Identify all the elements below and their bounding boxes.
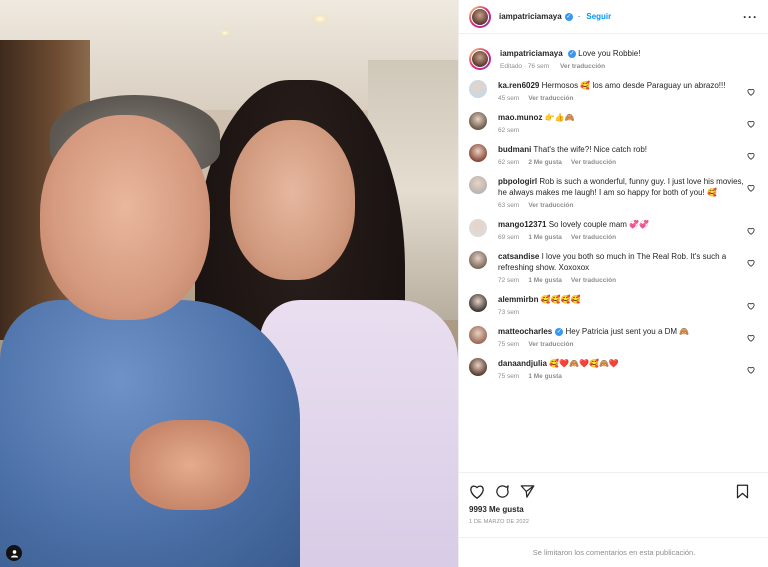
caption-username[interactable]: iampatriciamaya [500,49,563,58]
caption-text: Love you Robbie! [578,49,641,58]
commenter-username[interactable]: danaandjulia [498,359,547,368]
comments-limited-notice: Se limitaron los comentarios en esta pub… [459,537,768,567]
comment-text: Hey Patricia just sent you a DM 🙈 [565,327,690,336]
comment-item: budmani That's the wife?! Nice catch rob… [469,144,759,166]
ceiling-light [220,30,230,36]
post-header: iampatriciamaya ✓ · Seguir ··· [459,0,768,34]
comment-item: catsandise I love you both so much in Th… [469,251,759,284]
commenter-avatar[interactable] [469,294,487,312]
commenter-username[interactable]: ka.ren6029 [498,81,539,90]
comment-item: alemmirbn 🥰🥰🥰🥰 73 sem [469,294,759,316]
commenter-avatar[interactable] [469,80,487,98]
commenter-username[interactable]: budmani [498,145,531,154]
comment-like-heart-icon[interactable] [747,227,755,235]
commenter-avatar[interactable] [469,176,487,194]
commenter-avatar[interactable] [469,251,487,269]
share-send-icon[interactable] [520,484,535,499]
commenter-username[interactable]: mao.munoz [498,113,542,122]
like-heart-icon[interactable] [469,484,485,499]
comment-icon[interactable] [495,484,510,499]
tagged-users-button[interactable] [6,545,22,561]
comment-item: ka.ren6029 Hermosos 🥰 los amo desde Para… [469,80,759,102]
more-options-icon[interactable]: ··· [743,10,758,24]
comment-time: 73 sem [498,309,520,316]
commenter-username[interactable]: catsandise [498,252,539,261]
commenter-username[interactable]: pbpologirl [498,177,537,186]
caption: iampatriciamaya ✓ Love you Robbie! Edita… [469,48,759,70]
caption-edited: Editado · 76 sem [500,63,550,70]
comment-item: pbpologirl Rob is such a wonderful, funn… [469,176,759,209]
translate-link[interactable]: Ver traducción [528,202,573,209]
comment-likes[interactable]: 2 Me gusta [528,159,562,166]
comment-text: That's the wife?! Nice catch rob! [533,145,647,154]
comment-like-heart-icon[interactable] [747,366,755,374]
woman-face [230,120,355,280]
comments-list: iampatriciamaya ✓ Love you Robbie! Edita… [459,38,768,470]
likes-count[interactable]: 9993 Me gusta [469,505,759,514]
commenter-avatar[interactable] [469,326,487,344]
translate-link[interactable]: Ver traducción [571,277,616,284]
comment-time: 62 sem [498,127,520,134]
man-face [40,115,210,320]
commenter-avatar[interactable] [469,144,487,162]
verified-icon: ✓ [555,327,564,336]
translate-link[interactable]: Ver traducción [528,341,573,348]
comment-like-heart-icon[interactable] [747,152,755,160]
comment-text: 🥰🥰🥰🥰 [540,295,581,304]
follow-button[interactable]: Seguir [586,12,611,21]
man-hand [130,420,250,510]
comment-likes[interactable]: 1 Me gusta [528,373,562,380]
comment-time: 45 sem [498,95,520,102]
comment-text: Hermosos 🥰 los amo desde Paraguay un abr… [541,81,726,90]
post-actions: 9993 Me gusta 1 DE MARZO DE 2022 [459,472,768,525]
comment-text: So lovely couple mam 💞💞 [548,220,650,229]
comment-time: 63 sem [498,202,520,209]
post-photo [0,0,458,567]
user-icon [10,549,18,558]
comment-like-heart-icon[interactable] [747,334,755,342]
comment-like-heart-icon[interactable] [747,184,755,192]
comment-like-heart-icon[interactable] [747,259,755,267]
author-avatar[interactable] [469,5,491,28]
comment-text: 🥰❤️🙈❤️🥰🙈❤️ [549,359,619,368]
commenter-avatar[interactable] [469,112,487,130]
comment-like-heart-icon[interactable] [747,120,755,128]
comment-text: 👉👍🙈 [544,113,575,122]
comment-time: 69 sem [498,234,520,241]
commenter-avatar[interactable] [469,358,487,376]
comment-time: 75 sem [498,341,520,348]
verified-icon: ✓ [567,49,576,58]
commenter-username[interactable]: alemmirbn [498,295,538,304]
author-avatar[interactable] [469,48,491,70]
translate-link[interactable]: Ver traducción [571,159,616,166]
author-username[interactable]: iampatriciamaya [499,12,562,21]
post-date: 1 DE MARZO DE 2022 [469,519,530,525]
comment-time: 62 sem [498,159,520,166]
save-bookmark-icon[interactable] [736,484,749,499]
translate-link[interactable]: Ver traducción [560,63,605,70]
translate-link[interactable]: Ver traducción [571,234,616,241]
comment-item: mao.munoz 👉👍🙈 62 sem [469,112,759,134]
verified-icon: ✓ [564,12,573,21]
commenter-username[interactable]: matteocharles [498,327,552,336]
comment-likes[interactable]: 1 Me gusta [528,277,562,284]
separator-dot: · [577,12,581,21]
commenter-username[interactable]: mango12371 [498,220,546,229]
comment-like-heart-icon[interactable] [747,88,755,96]
comment-like-heart-icon[interactable] [747,302,755,310]
comment-likes[interactable]: 1 Me gusta [528,234,562,241]
post-side-panel: iampatriciamaya ✓ · Seguir ··· iampatric… [458,0,768,567]
translate-link[interactable]: Ver traducción [528,95,573,102]
comment-item: matteocharles ✓ Hey Patricia just sent yo… [469,326,759,348]
comment-time: 72 sem [498,277,520,284]
comment-item: mango12371 So lovely couple mam 💞💞 69 sem… [469,219,759,241]
commenter-avatar[interactable] [469,219,487,237]
comment-time: 75 sem [498,373,520,380]
comment-item: danaandjulia 🥰❤️🙈❤️🥰🙈❤️ 75 sem 1 Me gusta [469,358,759,380]
ceiling-light [312,14,328,24]
